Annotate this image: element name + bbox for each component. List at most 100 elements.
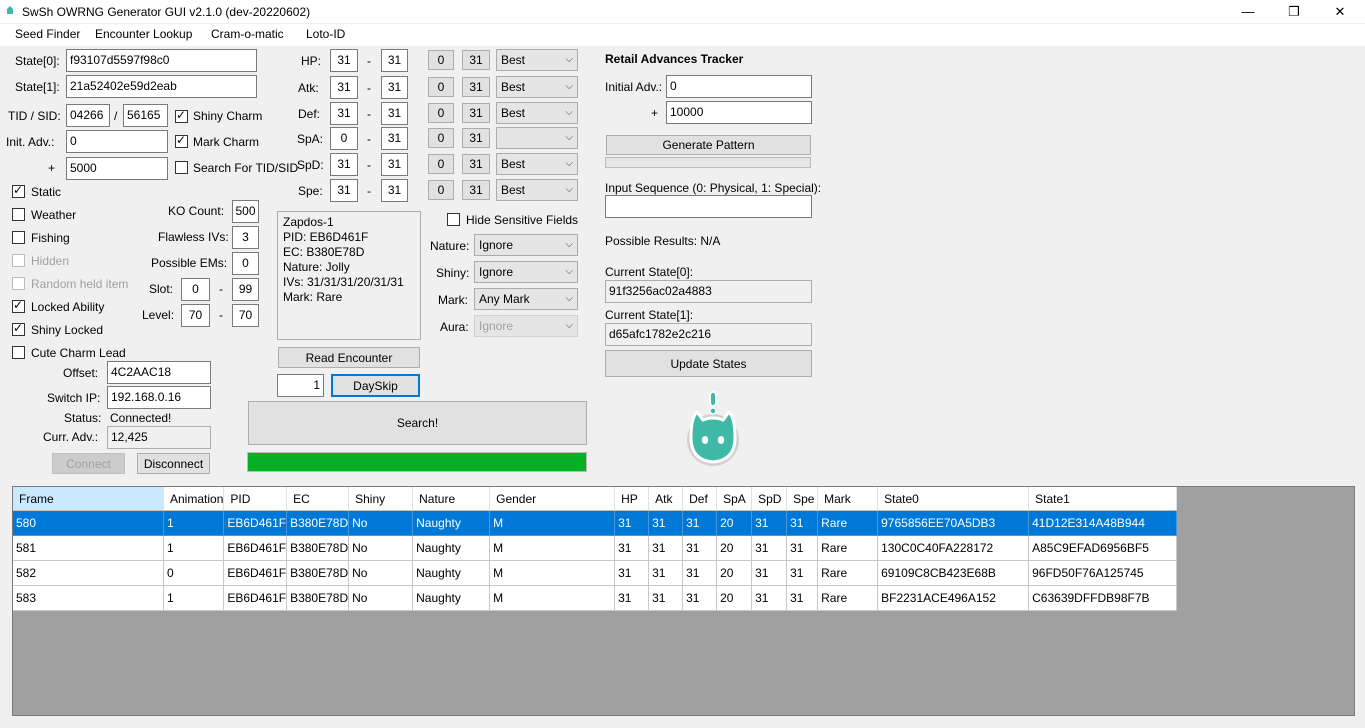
column-header-ec[interactable]: EC bbox=[286, 487, 350, 511]
disconnect-button[interactable]: Disconnect bbox=[137, 453, 210, 474]
column-header-nature[interactable]: Nature bbox=[412, 487, 491, 511]
iv-max-button[interactable]: 31 bbox=[462, 103, 490, 123]
iv-max-input[interactable]: 31 bbox=[381, 179, 408, 202]
column-header-frame[interactable]: Frame bbox=[13, 487, 164, 511]
ko-count-input[interactable]: 500 bbox=[232, 200, 259, 223]
init-adv-input[interactable]: 0 bbox=[66, 130, 168, 153]
iv-max-input[interactable]: 31 bbox=[381, 49, 408, 72]
mark-charm-checkbox[interactable] bbox=[175, 133, 188, 148]
iv-min-input[interactable]: 31 bbox=[330, 153, 358, 176]
nature-select[interactable]: Ignore ⌵ bbox=[474, 234, 578, 256]
hide-sensitive-checkbox[interactable] bbox=[447, 213, 460, 226]
menu-seed-finder[interactable]: Seed Finder bbox=[15, 27, 80, 41]
close-button[interactable]: ✕ bbox=[1317, 0, 1363, 23]
state1-input[interactable]: 21a52402e59d2eab bbox=[66, 75, 257, 98]
shiny-locked-checkbox[interactable] bbox=[12, 321, 25, 336]
iv-min-input[interactable]: 31 bbox=[330, 49, 358, 72]
iv-max-input[interactable]: 31 bbox=[381, 76, 408, 99]
state0-input[interactable]: f93107d5597f98c0 bbox=[66, 49, 257, 72]
column-header-hp[interactable]: HP bbox=[614, 487, 650, 511]
connect-button[interactable]: Connect bbox=[52, 453, 125, 474]
slot-max-input[interactable]: 99 bbox=[232, 278, 259, 301]
menu-cram-o-matic[interactable]: Cram-o-matic bbox=[211, 27, 284, 41]
minimize-button[interactable]: — bbox=[1225, 0, 1271, 23]
column-header-state1[interactable]: State1 bbox=[1028, 487, 1178, 511]
table-row[interactable]: 582 0 EB6D461F B380E78D No Naughty M 31 31 31 20 31… bbox=[13, 560, 1178, 586]
cute-charm-checkbox[interactable] bbox=[12, 346, 25, 359]
column-header-pid[interactable]: PID bbox=[223, 487, 288, 511]
shiny-select[interactable]: Ignore ⌵ bbox=[474, 261, 578, 283]
menu-encounter-lookup[interactable]: Encounter Lookup bbox=[95, 27, 192, 41]
iv-mode-select[interactable]: ⌵ bbox=[496, 127, 578, 149]
column-header-spd[interactable]: SpD bbox=[751, 487, 788, 511]
retail-plus-input[interactable]: 10000 bbox=[666, 101, 812, 124]
column-header-def[interactable]: Def bbox=[682, 487, 718, 511]
iv-mode-select[interactable]: Best ⌵ bbox=[496, 153, 578, 175]
iv-max-input[interactable]: 31 bbox=[381, 127, 408, 150]
table-row[interactable]: 581 1 EB6D461F B380E78D No Naughty M 31 31 31 20 31… bbox=[13, 535, 1178, 561]
static-checkbox[interactable] bbox=[12, 183, 25, 198]
input-sequence-input[interactable] bbox=[605, 195, 812, 218]
iv-min-input[interactable]: 31 bbox=[330, 76, 358, 99]
search-button[interactable]: Search! bbox=[248, 401, 587, 445]
level-max-input[interactable]: 70 bbox=[232, 304, 259, 327]
locked-ability-checkbox[interactable] bbox=[12, 298, 25, 313]
iv-max-button[interactable]: 31 bbox=[462, 180, 490, 200]
dayskip-count-input[interactable]: 1 bbox=[277, 374, 324, 397]
column-header-gender[interactable]: Gender bbox=[489, 487, 616, 511]
column-header-spa[interactable]: SpA bbox=[716, 487, 753, 511]
column-header-mark[interactable]: Mark bbox=[817, 487, 879, 511]
initial-adv-input[interactable]: 0 bbox=[666, 75, 812, 98]
hidden-checkbox[interactable] bbox=[12, 254, 25, 267]
column-header-spe[interactable]: Spe bbox=[786, 487, 819, 511]
offset-input[interactable]: 4C2AAC18 bbox=[107, 361, 211, 384]
iv-zero-button[interactable]: 0 bbox=[428, 154, 454, 174]
column-header-atk[interactable]: Atk bbox=[648, 487, 684, 511]
tid-input[interactable]: 04266 bbox=[66, 104, 110, 127]
iv-zero-button[interactable]: 0 bbox=[428, 103, 454, 123]
update-states-button[interactable]: Update States bbox=[605, 350, 812, 377]
iv-max-button[interactable]: 31 bbox=[462, 50, 490, 70]
possible-ems-input[interactable]: 0 bbox=[232, 252, 259, 275]
iv-mode-select[interactable]: Best ⌵ bbox=[496, 102, 578, 124]
iv-max-button[interactable]: 31 bbox=[462, 77, 490, 97]
search-tid-checkbox[interactable] bbox=[175, 161, 188, 174]
iv-max-button[interactable]: 31 bbox=[462, 128, 490, 148]
iv-zero-button[interactable]: 0 bbox=[428, 128, 454, 148]
sid-input[interactable]: 56165 bbox=[123, 104, 168, 127]
table-row[interactable]: 583 1 EB6D461F B380E78D No Naughty M 31 31 31 20 31… bbox=[13, 585, 1178, 611]
slot-min-input[interactable]: 0 bbox=[181, 278, 210, 301]
iv-max-input[interactable]: 31 bbox=[381, 153, 408, 176]
iv-mode-select[interactable]: Best ⌵ bbox=[496, 179, 578, 201]
switch-ip-input[interactable]: 192.168.0.16 bbox=[107, 386, 211, 409]
shiny-charm-checkbox[interactable] bbox=[175, 108, 188, 123]
plus-adv-input[interactable]: 5000 bbox=[66, 157, 168, 180]
iv-max-input[interactable]: 31 bbox=[381, 102, 408, 125]
iv-zero-button[interactable]: 0 bbox=[428, 50, 454, 70]
iv-mode-select[interactable]: Best ⌵ bbox=[496, 76, 578, 98]
generate-pattern-button[interactable]: Generate Pattern bbox=[606, 135, 811, 155]
column-header-animation[interactable]: Animation bbox=[163, 487, 225, 511]
aura-select[interactable]: Ignore ⌵ bbox=[474, 315, 578, 337]
mark-select[interactable]: Any Mark ⌵ bbox=[474, 288, 578, 310]
iv-max-button[interactable]: 31 bbox=[462, 154, 490, 174]
iv-zero-button[interactable]: 0 bbox=[428, 77, 454, 97]
dayskip-button[interactable]: DaySkip bbox=[331, 374, 420, 397]
iv-min-input[interactable]: 31 bbox=[330, 179, 358, 202]
results-grid[interactable]: Frame Animation PID EC Shiny Nature Gend… bbox=[12, 486, 1355, 716]
level-min-input[interactable]: 70 bbox=[181, 304, 210, 327]
column-header-state0[interactable]: State0 bbox=[877, 487, 1030, 511]
weather-checkbox[interactable] bbox=[12, 208, 25, 221]
menu-loto-id[interactable]: Loto-ID bbox=[306, 27, 345, 41]
iv-min-input[interactable]: 0 bbox=[330, 127, 358, 150]
column-header-shiny[interactable]: Shiny bbox=[348, 487, 414, 511]
iv-mode-select[interactable]: Best ⌵ bbox=[496, 49, 578, 71]
iv-min-input[interactable]: 31 bbox=[330, 102, 358, 125]
table-row[interactable]: 580 1 EB6D461F B380E78D No Naughty M 31 31 31 20 31… bbox=[13, 510, 1178, 536]
maximize-button[interactable]: ❐ bbox=[1271, 0, 1317, 23]
flawless-input[interactable]: 3 bbox=[232, 226, 259, 249]
read-encounter-button[interactable]: Read Encounter bbox=[278, 347, 420, 368]
random-held-checkbox[interactable] bbox=[12, 277, 25, 290]
iv-zero-button[interactable]: 0 bbox=[428, 180, 454, 200]
fishing-checkbox[interactable] bbox=[12, 231, 25, 244]
